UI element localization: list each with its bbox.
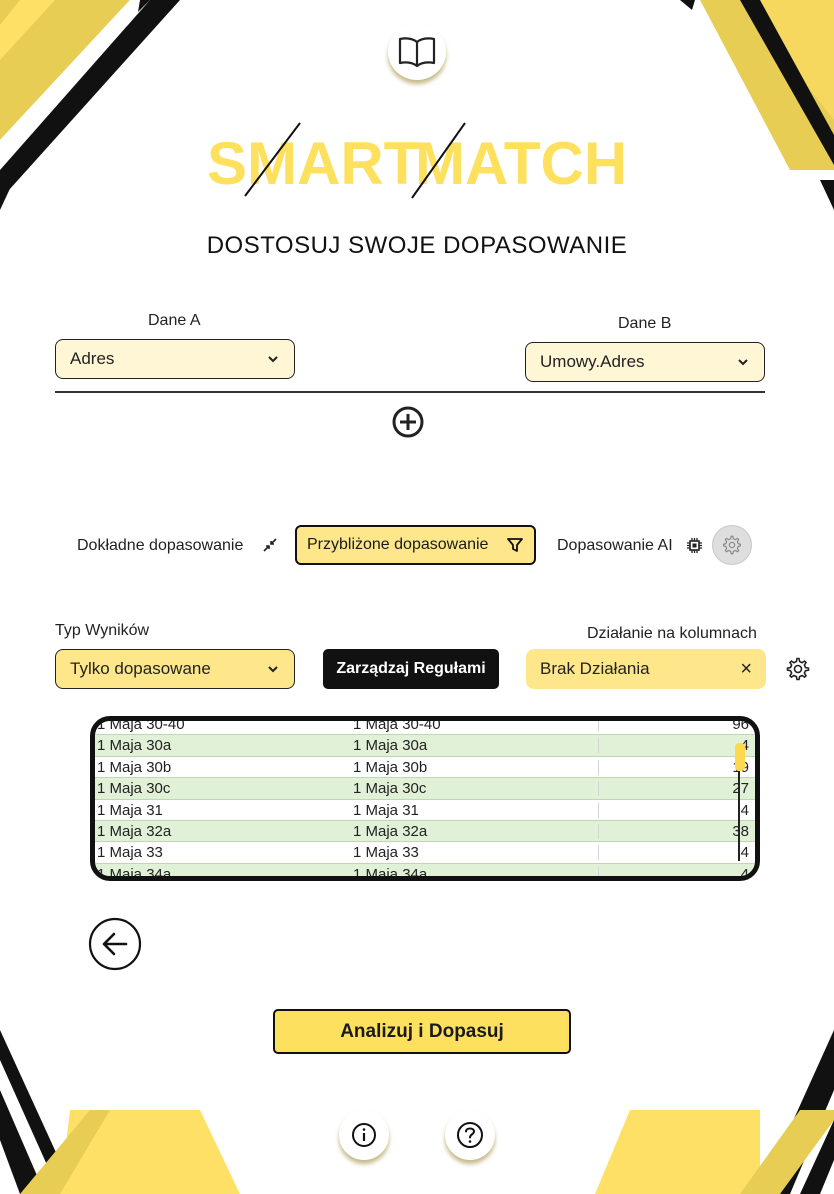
approx-match-label: Przybliżone dopasowanie bbox=[307, 536, 489, 553]
cell-target-address: 1 Maja 30-40 bbox=[353, 716, 441, 733]
exact-match-option[interactable]: Dokładne dopasowanie bbox=[77, 537, 243, 555]
back-button[interactable] bbox=[88, 917, 142, 971]
cell-target-address: 1 Maja 33 bbox=[353, 844, 419, 862]
cell-source-address: 1 Maja 30b bbox=[97, 758, 172, 776]
cell-count: 96 bbox=[732, 716, 749, 733]
cell-source-address: 1 Maja 32a bbox=[97, 823, 172, 840]
scrollbar-track[interactable] bbox=[738, 771, 740, 861]
approx-match-option[interactable]: Przybliżone dopasowanie bbox=[295, 525, 536, 565]
result-type-label: Typ Wyników bbox=[55, 622, 150, 639]
chevron-down-icon bbox=[738, 359, 748, 366]
divider bbox=[55, 391, 765, 393]
cell-separator bbox=[598, 866, 599, 876]
table-row[interactable]: 1 Maja 30b1 Maja 30b19 bbox=[95, 757, 755, 779]
cell-source-address: 1 Maja 31 bbox=[97, 801, 163, 819]
cell-count: 4 bbox=[740, 801, 749, 819]
scrollbar-thumb[interactable] bbox=[735, 743, 745, 771]
table-row[interactable]: 1 Maja 33 1 Maja 33 4 bbox=[95, 842, 755, 864]
cell-source-address: 1 Maja 33 bbox=[97, 844, 163, 862]
column-action-label: Działanie na kolumnach bbox=[587, 625, 757, 642]
cell-count: 4 bbox=[740, 865, 749, 881]
table-row[interactable]: 1 Maja 30-40 1 Maja 30-40 96 bbox=[95, 716, 755, 736]
column-settings-icon[interactable] bbox=[786, 657, 810, 681]
analyze-match-button[interactable]: Analizuj i Dopasuj bbox=[273, 1009, 571, 1054]
page-title: DOSTOSUJ SWOJE DOPASOWANIE bbox=[206, 232, 628, 259]
cell-separator bbox=[598, 824, 599, 839]
add-pair-button[interactable] bbox=[391, 405, 425, 439]
filter-icon bbox=[507, 538, 523, 552]
data-a-value: Adres bbox=[70, 349, 115, 368]
cell-source-address: 1 Maja 34a bbox=[97, 865, 172, 881]
question-icon bbox=[457, 1122, 483, 1148]
data-b-select[interactable]: Umowy.Adres bbox=[525, 342, 765, 382]
manage-rules-button[interactable]: Zarządzaj Regułami bbox=[323, 649, 499, 689]
cell-count: 38 bbox=[732, 823, 749, 840]
cell-target-address: 1 Maja 34a bbox=[353, 865, 428, 881]
svg-text:MATCH: MATCH bbox=[415, 130, 627, 197]
cell-source-address: 1 Maja 30c bbox=[97, 780, 171, 798]
chip-icon bbox=[687, 538, 702, 553]
match-mode-row: Dokładne dopasowanie Przybliżone dopasow… bbox=[0, 525, 834, 565]
svg-text:SMART: SMART bbox=[207, 130, 420, 197]
cell-separator bbox=[598, 802, 599, 818]
column-action-select[interactable]: Brak Działania × bbox=[526, 649, 766, 689]
table-row[interactable]: 1 Maja 30a1 Maja 30a4 bbox=[95, 735, 755, 757]
cell-target-address: 1 Maja 30a bbox=[353, 737, 428, 755]
cell-target-address: 1 Maja 30c bbox=[353, 780, 427, 798]
cell-target-address: 1 Maja 31 bbox=[353, 801, 419, 819]
results-table[interactable]: 1 Maja 34a 1 Maja 34a 4 1 Maja 33 1 Maja 33 4… bbox=[90, 716, 760, 881]
cell-count: 27 bbox=[732, 780, 749, 798]
cell-source-address: 1 Maja 30a bbox=[97, 737, 172, 755]
result-type-value: Tylko dopasowane bbox=[70, 659, 211, 678]
ai-settings-button[interactable] bbox=[712, 525, 752, 565]
data-b-label: Dane B bbox=[618, 315, 672, 332]
data-a-label: Dane A bbox=[148, 312, 201, 329]
cell-target-address: 1 Maja 32a bbox=[353, 823, 428, 840]
data-a-select[interactable]: Adres bbox=[55, 339, 295, 379]
cell-separator bbox=[598, 738, 599, 754]
cell-separator bbox=[598, 759, 599, 775]
table-row[interactable]: 1 Maja 32a 1 Maja 32a 38 bbox=[95, 821, 755, 843]
cell-count: 4 bbox=[740, 844, 749, 862]
compress-arrows-icon bbox=[263, 538, 277, 552]
table-row[interactable]: 1 Maja 31 1 Maja 31 4 bbox=[95, 800, 755, 821]
cell-target-address: 1 Maja 30b bbox=[353, 758, 428, 776]
cell-source-address: 1 Maja 30-40 bbox=[97, 716, 185, 733]
ai-match-option[interactable]: Dopasowanie AI bbox=[557, 537, 673, 555]
info-icon bbox=[352, 1123, 376, 1147]
result-type-select[interactable]: Tylko dopasowane bbox=[55, 649, 295, 689]
open-book-button[interactable] bbox=[388, 24, 446, 80]
table-row[interactable]: 1 Maja 30c 1 Maja 30c 27 bbox=[95, 778, 755, 800]
chevron-down-icon bbox=[268, 356, 278, 363]
help-button[interactable] bbox=[445, 1110, 495, 1160]
open-book-icon bbox=[398, 37, 436, 68]
data-b-value: Umowy.Adres bbox=[540, 352, 645, 371]
info-button[interactable] bbox=[339, 1110, 389, 1160]
gear-icon bbox=[723, 535, 741, 555]
cell-separator bbox=[598, 721, 599, 732]
chevron-down-icon bbox=[268, 666, 278, 673]
column-action-value: Brak Działania bbox=[540, 659, 650, 678]
table-row[interactable]: 1 Maja 34a 1 Maja 34a 4 bbox=[95, 863, 755, 881]
cell-separator bbox=[598, 781, 599, 797]
smartmatch-logo: SMART MATCH bbox=[207, 122, 627, 199]
clear-icon[interactable]: × bbox=[740, 658, 752, 681]
cell-separator bbox=[598, 845, 599, 861]
